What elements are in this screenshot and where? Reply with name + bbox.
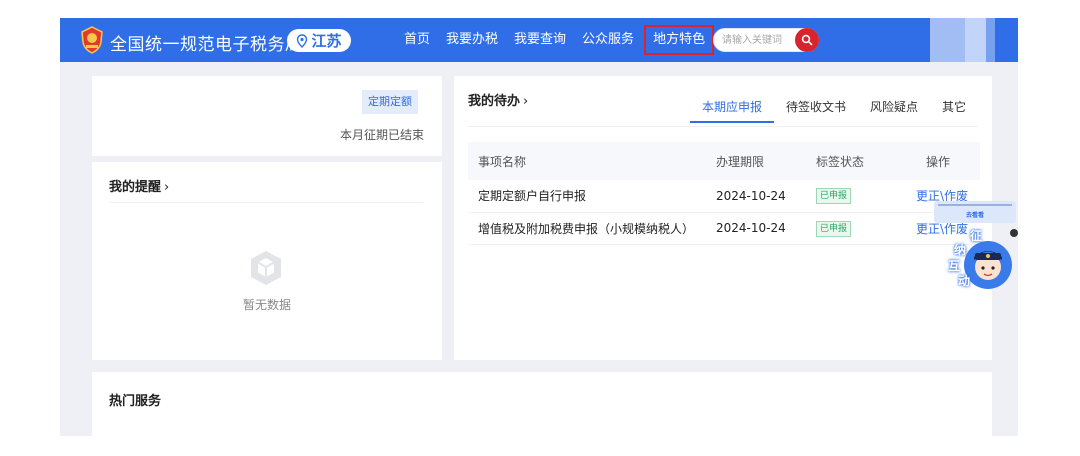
assistant-close-icon[interactable] [1010, 229, 1018, 237]
location-pin-icon [297, 33, 308, 48]
nav-query[interactable]: 我要查询 [506, 25, 574, 55]
todo-tabs: 本期应申报 待签收文书 风险疑点 其它 [689, 98, 978, 123]
table-row[interactable]: 增值税及附加税费申报（小规模纳税人） 2024-10-24 已申报 更正\作废 [468, 212, 980, 245]
tab-current-declaration[interactable]: 本期应申报 [689, 98, 774, 123]
item-name: 增值税及附加税费申报（小规模纳税人） [468, 212, 706, 245]
item-name: 定期定额户自行申报 [468, 180, 706, 213]
quota-type-tag[interactable]: 定期定额 [362, 90, 418, 114]
tax-emblem-icon [81, 26, 103, 54]
quota-period-status: 本月征期已结束 [339, 128, 424, 142]
item-deadline: 2024-10-24 [706, 180, 806, 213]
tab-pending-documents[interactable]: 待签收文书 [774, 98, 858, 123]
search-icon [801, 34, 813, 46]
col-deadline: 办理期限 [706, 142, 806, 180]
item-status-cell: 已申报 [806, 212, 898, 245]
hot-services-card: 热门服务 [92, 372, 992, 436]
site-title[interactable]: 全国统一规范电子税务局 [110, 30, 303, 55]
nav-home[interactable]: 首页 [396, 25, 438, 55]
item-status-cell: 已申报 [806, 180, 898, 213]
chevron-right-icon: › [523, 94, 529, 109]
empty-box-icon [251, 251, 281, 285]
nav-do-tax[interactable]: 我要办税 [438, 25, 506, 55]
item-deadline: 2024-10-24 [706, 212, 806, 245]
nav-local-features[interactable]: 地方特色 [644, 25, 715, 55]
region-selector[interactable]: 江苏 [287, 29, 351, 52]
chevron-right-icon: › [164, 180, 170, 195]
tabs-divider [468, 126, 978, 127]
header-glare-2 [965, 18, 995, 62]
todo-header[interactable]: 我的待办 › [468, 90, 528, 109]
tax-assistant-widget[interactable]: 去看看 征 纳 互 动 [934, 201, 1018, 303]
nav-public-service[interactable]: 公众服务 [574, 25, 642, 55]
reminders-card: 我的提醒 › 暂无数据 [92, 162, 442, 360]
col-item-name: 事项名称 [468, 142, 706, 180]
col-tag-status: 标签状态 [806, 142, 898, 180]
hot-services-title: 热门服务 [109, 394, 162, 409]
table-row[interactable]: 定期定额户自行申报 2024-10-24 已申报 更正\作废 [468, 180, 980, 213]
todo-card: 我的待办 › 本期应申报 待签收文书 风险疑点 其它 事项名称 办理期限 标签状态… [454, 76, 992, 360]
search-input[interactable] [722, 32, 794, 49]
region-name: 江苏 [311, 32, 342, 50]
assistant-bubble[interactable]: 去看看 [934, 201, 1016, 223]
assistant-char-4: 动 [958, 274, 971, 288]
quota-card: 定期定额 本月征期已结束 [92, 76, 442, 156]
assistant-bubble-text: 去看看 [965, 212, 984, 219]
search-button[interactable] [795, 28, 819, 52]
assistant-char-2: 纳 [954, 243, 967, 257]
reminders-title: 我的提醒 [109, 180, 162, 195]
app-window: 全国统一规范电子税务局 江苏 首页 我要办税 我要查询 公众服务 地方特色 请输… [60, 18, 1018, 436]
search-box [713, 28, 819, 52]
top-header: 全国统一规范电子税务局 江苏 首页 我要办税 我要查询 公众服务 地方特色 [60, 18, 1018, 62]
table-header-row: 事项名称 办理期限 标签状态 操作 [468, 142, 980, 180]
reminders-divider [109, 202, 423, 203]
assistant-char-1: 征 [970, 229, 983, 243]
reminders-header[interactable]: 我的提醒 › [109, 176, 169, 195]
tab-risk-doubts[interactable]: 风险疑点 [858, 98, 930, 123]
empty-state-text: 暂无数据 [242, 298, 291, 312]
todo-table: 事项名称 办理期限 标签状态 操作 定期定额户自行申报 2024-10-24 已… [468, 142, 980, 245]
status-badge: 已申报 [816, 220, 852, 237]
col-action: 操作 [898, 142, 980, 180]
status-badge: 已申报 [816, 188, 852, 205]
main-nav: 首页 我要办税 我要查询 公众服务 地方特色 [396, 18, 715, 62]
todo-title: 我的待办 [468, 94, 521, 109]
tab-others[interactable]: 其它 [930, 98, 978, 123]
bubble-text-line [938, 204, 1012, 206]
